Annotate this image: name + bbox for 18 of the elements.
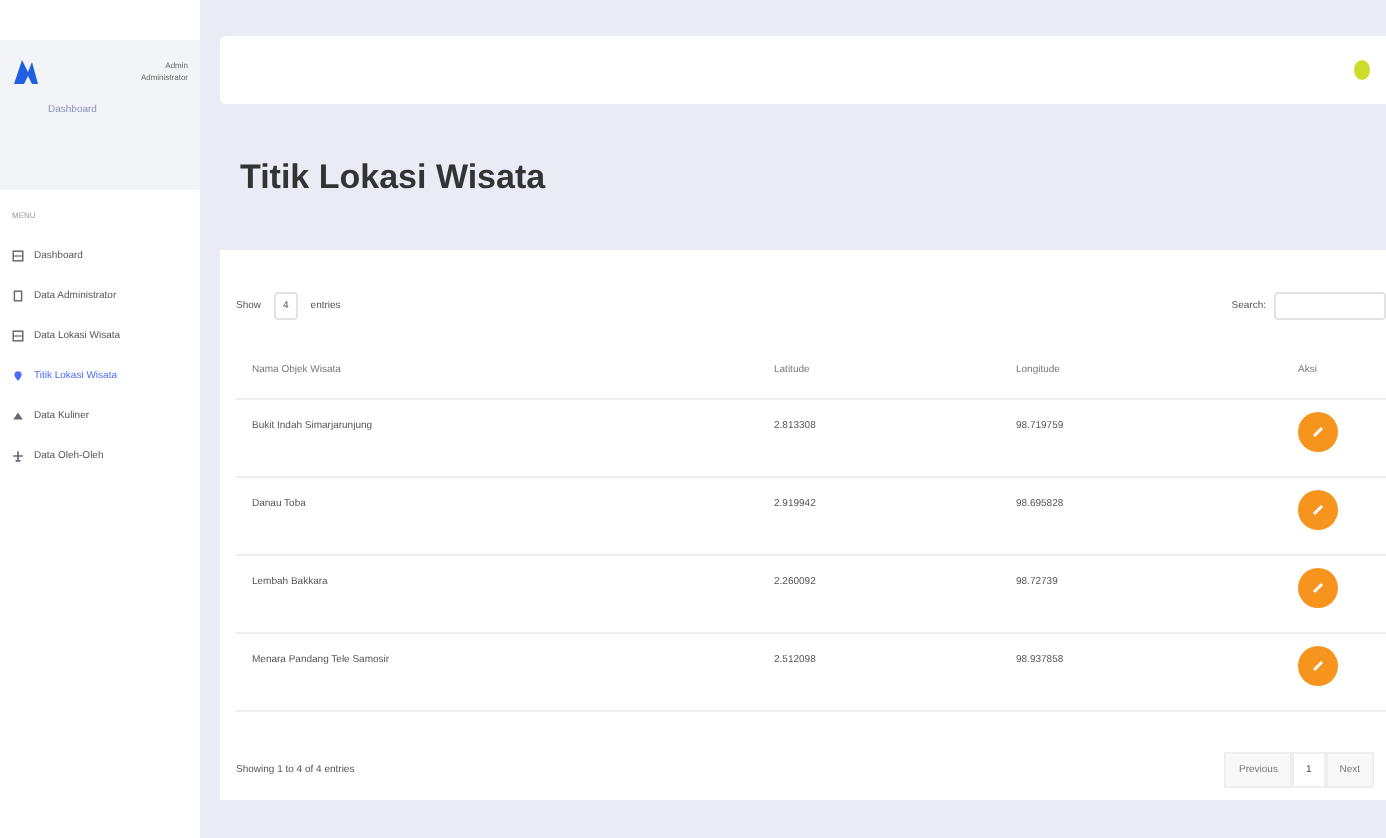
page-title: Titik Lokasi Wisata	[238, 155, 548, 199]
dish-icon	[12, 410, 24, 422]
pencil-icon	[1310, 424, 1326, 440]
edit-button[interactable]	[1298, 490, 1338, 530]
gift-icon	[12, 450, 24, 462]
pencil-icon	[1310, 502, 1326, 518]
document-icon	[12, 290, 24, 302]
search-field[interactable]	[1274, 292, 1386, 320]
pencil-icon	[1310, 580, 1326, 596]
grid-icon	[12, 330, 24, 342]
edit-button[interactable]	[1298, 646, 1338, 686]
grid-icon	[12, 250, 24, 262]
map-pin-icon	[12, 370, 24, 382]
avatar-icon[interactable]	[1354, 60, 1370, 80]
edit-button[interactable]	[1298, 412, 1338, 452]
logo-icon	[12, 56, 40, 88]
pencil-icon	[1310, 658, 1326, 674]
edit-button[interactable]	[1298, 568, 1338, 608]
